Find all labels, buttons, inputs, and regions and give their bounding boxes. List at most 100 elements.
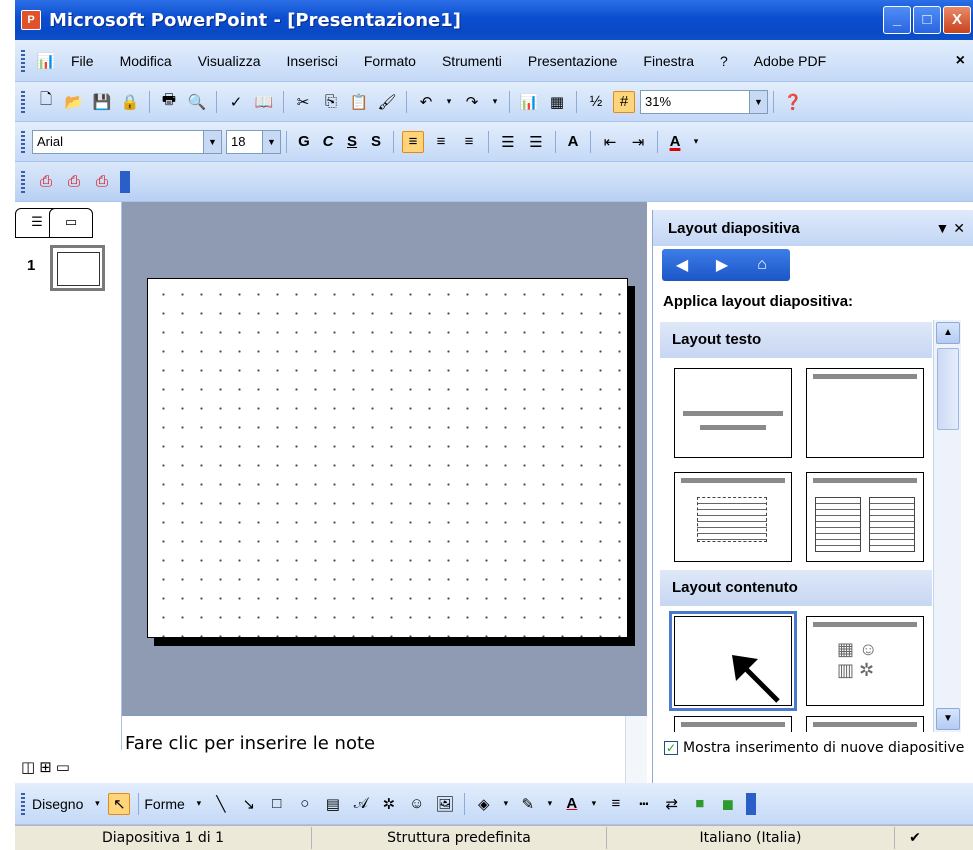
arrow-icon[interactable]: ↘ bbox=[238, 793, 260, 815]
copy-icon[interactable]: ⎘ bbox=[320, 91, 342, 113]
format-painter-icon[interactable]: 🖌 bbox=[376, 91, 398, 113]
scroll-thumb[interactable] bbox=[937, 348, 959, 430]
align-left-icon[interactable]: ≡ bbox=[402, 130, 424, 153]
chevron-down-icon[interactable]: ▾ bbox=[501, 793, 511, 815]
notes-scrollbar[interactable] bbox=[625, 716, 647, 783]
help-icon[interactable]: ❓ bbox=[782, 91, 804, 113]
spelling-status-icon[interactable]: ✔ bbox=[895, 827, 935, 849]
font-size-select[interactable]: 18 ▼ bbox=[226, 129, 281, 154]
toolbar-grip[interactable] bbox=[21, 90, 25, 113]
dash-style-icon[interactable]: ┅ bbox=[633, 793, 655, 815]
scroll-up-icon[interactable]: ▲ bbox=[936, 322, 960, 344]
notes-pane[interactable]: Fare clic per inserire le note bbox=[122, 715, 647, 783]
line-style-icon[interactable]: ≡ bbox=[605, 793, 627, 815]
underline-button[interactable]: S bbox=[340, 133, 364, 150]
task-pane-controls[interactable]: ▼ ✕ bbox=[936, 220, 965, 237]
clip-art-icon[interactable]: ☺ bbox=[406, 793, 428, 815]
increase-indent-icon[interactable]: ⇥ bbox=[627, 131, 649, 153]
powerpoint-app-icon[interactable]: P bbox=[21, 10, 41, 30]
convert-to-pdf-icon[interactable]: ⎙ bbox=[35, 171, 57, 193]
menu-adobe-pdf[interactable]: Adobe PDF bbox=[754, 53, 826, 69]
fill-color-icon[interactable]: ◈ bbox=[473, 793, 495, 815]
bullets-icon[interactable]: ☰ bbox=[525, 131, 547, 153]
zoom-select[interactable]: 31% ▼ bbox=[640, 89, 768, 114]
color-grayscale-icon[interactable]: ½ bbox=[585, 91, 607, 113]
paste-icon[interactable]: 📋 bbox=[348, 91, 370, 113]
layout-title-slide[interactable] bbox=[674, 368, 792, 458]
redo-dropdown-icon[interactable]: ▾ bbox=[489, 91, 501, 113]
oval-icon[interactable]: ○ bbox=[294, 793, 316, 815]
italic-button[interactable]: C bbox=[316, 133, 340, 150]
save-icon[interactable]: 💾 bbox=[91, 91, 113, 113]
menu-close-document[interactable]: × bbox=[956, 52, 965, 70]
menu-presentazione[interactable]: Presentazione bbox=[528, 53, 618, 69]
font-color-button[interactable]: A bbox=[663, 133, 687, 150]
research-icon[interactable]: 📖 bbox=[253, 91, 275, 113]
slide-sorter-view-icon[interactable]: ⊞ bbox=[39, 758, 52, 776]
toolbar-options-icon[interactable] bbox=[120, 170, 130, 193]
show-grid-icon[interactable]: # bbox=[613, 90, 635, 113]
tab-slides[interactable]: ▭ bbox=[49, 208, 93, 238]
shadow-button[interactable]: S bbox=[364, 133, 388, 150]
chevron-down-icon[interactable]: ▾ bbox=[92, 793, 102, 815]
home-icon[interactable]: ⌂ bbox=[742, 256, 782, 274]
redo-icon[interactable]: ↷ bbox=[461, 91, 483, 113]
cut-icon[interactable]: ✂ bbox=[292, 91, 314, 113]
bold-button[interactable]: G bbox=[292, 133, 316, 150]
spelling-icon[interactable]: ✓ bbox=[225, 91, 247, 113]
layout-title-text[interactable] bbox=[674, 472, 792, 562]
chevron-down-icon[interactable]: ▾ bbox=[589, 793, 599, 815]
layout-title-only[interactable] bbox=[806, 368, 924, 458]
chevron-down-icon[interactable]: ▾ bbox=[545, 793, 555, 815]
slide-thumbnail[interactable] bbox=[50, 245, 105, 291]
open-icon[interactable]: 📂 bbox=[63, 91, 85, 113]
undo-icon[interactable]: ↶ bbox=[415, 91, 437, 113]
layout-partial[interactable] bbox=[674, 716, 792, 732]
minimize-button[interactable]: _ bbox=[883, 6, 911, 34]
slide[interactable] bbox=[147, 278, 628, 638]
print-icon[interactable]: 🖶 bbox=[158, 91, 180, 113]
line-color-icon[interactable]: ✎ bbox=[517, 793, 539, 815]
undo-dropdown-icon[interactable]: ▾ bbox=[443, 91, 455, 113]
toolbar-grip[interactable] bbox=[21, 792, 25, 815]
print-preview-icon[interactable]: 🔍 bbox=[186, 91, 208, 113]
normal-view-icon[interactable]: ◫ bbox=[21, 758, 35, 776]
wordart-icon[interactable]: 𝒜 bbox=[350, 793, 372, 815]
decrease-indent-icon[interactable]: ⇤ bbox=[599, 131, 621, 153]
align-right-icon[interactable]: ≡ bbox=[458, 131, 480, 153]
chevron-down-icon[interactable]: ▼ bbox=[203, 130, 221, 153]
arrow-style-icon[interactable]: ⇄ bbox=[661, 793, 683, 815]
3d-style-icon[interactable]: ◼ bbox=[717, 793, 739, 815]
new-icon[interactable]: 🗋 bbox=[35, 91, 57, 113]
permission-icon[interactable]: 🔒 bbox=[119, 91, 141, 113]
show-on-insert-option[interactable]: ✓ Mostra inserimento di nuove diapositiv… bbox=[664, 740, 964, 756]
font-select[interactable]: Arial ▼ bbox=[32, 129, 222, 154]
menu-visualizza[interactable]: Visualizza bbox=[198, 53, 261, 69]
text-box-icon[interactable]: ▤ bbox=[322, 793, 344, 815]
draw-menu-button[interactable]: Disegno bbox=[32, 796, 83, 812]
slideshow-view-icon[interactable]: ▭ bbox=[56, 758, 70, 776]
chevron-down-icon[interactable]: ▾ bbox=[194, 793, 204, 815]
menu-file[interactable]: File bbox=[71, 53, 94, 69]
task-pane-scrollbar[interactable]: ▲ ▼ bbox=[933, 320, 961, 732]
menu-finestra[interactable]: Finestra bbox=[643, 53, 694, 69]
draw-font-color-icon[interactable]: A bbox=[561, 793, 583, 815]
chevron-down-icon[interactable]: ▼ bbox=[262, 130, 280, 153]
scroll-down-icon[interactable]: ▼ bbox=[936, 708, 960, 730]
menu-strumenti[interactable]: Strumenti bbox=[442, 53, 502, 69]
diagram-icon[interactable]: ✲ bbox=[378, 793, 400, 815]
rectangle-icon[interactable]: □ bbox=[266, 793, 288, 815]
maximize-button[interactable]: □ bbox=[913, 6, 941, 34]
document-icon[interactable]: 📊 bbox=[35, 50, 57, 72]
layout-title-content[interactable]: ▦ ☺ ▥ ✲ bbox=[806, 616, 924, 706]
numbering-icon[interactable]: ☰ bbox=[497, 131, 519, 153]
toolbar-grip[interactable] bbox=[21, 49, 25, 72]
toolbar-grip[interactable] bbox=[21, 170, 25, 193]
show-on-insert-checkbox[interactable]: ✓ bbox=[664, 741, 678, 755]
convert-and-email-pdf-icon[interactable]: ⎙ bbox=[63, 171, 85, 193]
menu-modifica[interactable]: Modifica bbox=[120, 53, 172, 69]
back-icon[interactable]: ◀ bbox=[662, 255, 702, 275]
select-objects-icon[interactable]: ↖ bbox=[108, 792, 131, 815]
menu-help[interactable]: ? bbox=[720, 53, 728, 69]
increase-font-size-button[interactable]: A bbox=[561, 133, 585, 150]
